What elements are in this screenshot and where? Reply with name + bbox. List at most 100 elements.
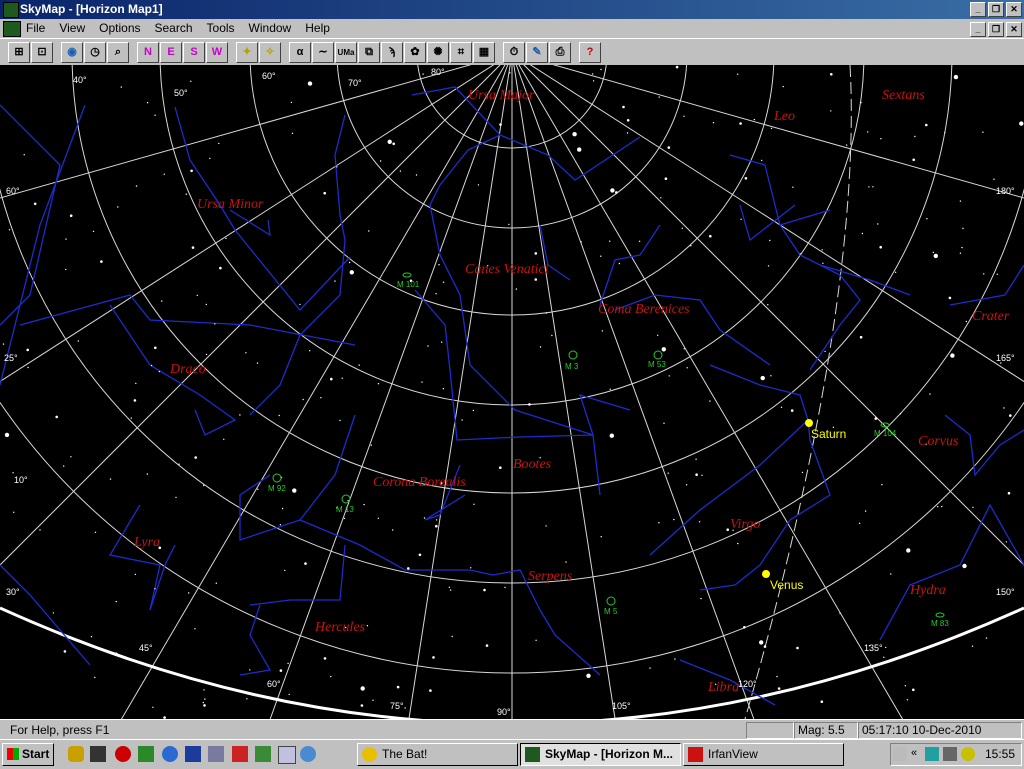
start-button[interactable]: Start — [2, 743, 54, 766]
star — [667, 472, 669, 474]
document-icon[interactable] — [3, 21, 21, 37]
milky-way-icon[interactable]: ϡ — [381, 42, 403, 63]
zoom-window-icon[interactable]: ⊡ — [31, 42, 53, 63]
menu-file[interactable]: File — [26, 21, 45, 35]
star — [1009, 414, 1012, 417]
tray-icon-cs[interactable] — [893, 747, 907, 761]
venus-marker[interactable] — [762, 570, 770, 578]
star — [618, 262, 621, 265]
skymap-app-icon[interactable] — [3, 2, 19, 18]
quicklaunch-icon-4[interactable] — [138, 746, 154, 762]
zoom-fit-icon[interactable]: ⊞ — [8, 42, 30, 63]
altaz-grid-icon[interactable]: ⌗ — [450, 42, 472, 63]
view-north-button[interactable]: N — [137, 42, 159, 63]
quicklaunch-icon-1[interactable] — [68, 746, 84, 762]
constellation-lines-icon[interactable]: ∼ — [312, 42, 334, 63]
maximize-button[interactable]: ❐ — [988, 2, 1004, 17]
view-south-button[interactable]: S — [183, 42, 205, 63]
menu-window[interactable]: Window — [249, 21, 292, 35]
star — [744, 177, 748, 180]
cluster-marker[interactable] — [653, 350, 663, 360]
clock-icon[interactable]: ◷ — [84, 42, 106, 63]
quicklaunch-icon-7[interactable] — [208, 746, 224, 762]
time-icon[interactable]: ⏱ — [503, 42, 525, 63]
star — [39, 529, 41, 531]
constellation-name: Ursa Major — [468, 88, 535, 103]
sky-map[interactable]: M 101 M 3 M 53 M 104 M 92 M 13 M 5 M 83 … — [0, 65, 1024, 719]
tray-icon-network[interactable] — [925, 747, 939, 761]
galaxy-marker[interactable] — [935, 612, 945, 618]
print-icon[interactable]: ⎙ — [549, 42, 571, 63]
star-brighter-icon[interactable]: ✦ — [236, 42, 258, 63]
constellation-name: Corvus — [918, 434, 959, 449]
star — [26, 348, 30, 352]
help-icon[interactable]: ? — [579, 42, 601, 63]
star — [996, 273, 998, 275]
star — [681, 227, 683, 229]
star — [363, 503, 365, 506]
star — [33, 202, 37, 206]
find-icon[interactable]: ⌕ — [107, 42, 129, 63]
constellation-name: Coma Berenices — [598, 302, 690, 317]
deep-sky-icon[interactable]: ✿ — [404, 42, 426, 63]
save-disk-icon[interactable] — [185, 746, 201, 762]
star — [117, 206, 119, 208]
star — [204, 698, 206, 700]
menu-options[interactable]: Options — [99, 21, 140, 35]
task-irfanview[interactable]: IrfanView — [683, 743, 844, 766]
quicklaunch-icon-8[interactable] — [232, 746, 248, 762]
radec-grid-icon[interactable]: ▦ — [473, 42, 495, 63]
minimize-button[interactable]: _ — [970, 2, 986, 17]
task-skymap[interactable]: SkyMap - [Horizon M... — [520, 743, 681, 766]
cluster-marker[interactable] — [341, 494, 351, 504]
galaxy-marker[interactable] — [402, 272, 412, 278]
tray-icon-volume[interactable] — [943, 747, 957, 761]
star-fainter-icon[interactable]: ✧ — [259, 42, 281, 63]
star — [982, 131, 984, 133]
cluster-marker[interactable] — [568, 350, 578, 360]
doc-minimize-button[interactable]: _ — [970, 22, 986, 37]
star — [545, 312, 547, 314]
view-west-button[interactable]: W — [206, 42, 228, 63]
pencil-icon[interactable]: ✎ — [526, 42, 548, 63]
menu-help[interactable]: Help — [305, 21, 330, 35]
close-button[interactable]: ✕ — [1006, 2, 1022, 17]
quicklaunch-icon-2[interactable] — [90, 746, 106, 762]
sky-map-canvas[interactable]: M 101 M 3 M 53 M 104 M 92 M 13 M 5 M 83 … — [0, 65, 1024, 719]
star — [591, 73, 594, 75]
star — [360, 704, 364, 707]
doc-restore-button[interactable]: ❐ — [988, 22, 1004, 37]
opera-icon[interactable] — [115, 746, 131, 762]
doc-close-button[interactable]: ✕ — [1006, 22, 1022, 37]
constellation-names-button[interactable]: UMa — [335, 42, 357, 63]
tray-icon-4[interactable] — [961, 747, 975, 761]
task-the-bat[interactable]: The Bat! — [357, 743, 518, 766]
menu-view[interactable]: View — [59, 21, 85, 35]
star — [509, 72, 511, 74]
grid-label: 70° — [348, 78, 362, 88]
tray-expand-icon[interactable]: « — [911, 747, 917, 759]
menu-tools[interactable]: Tools — [207, 21, 235, 35]
cluster-marker[interactable] — [606, 596, 616, 606]
star — [929, 645, 932, 648]
star — [899, 413, 902, 415]
saturn-marker[interactable] — [805, 419, 813, 427]
altaz-grid — [0, 65, 1024, 719]
star — [1005, 541, 1008, 543]
star — [965, 320, 967, 323]
galaxy-icon[interactable]: ✺ — [427, 42, 449, 63]
star — [776, 675, 778, 678]
globe-icon[interactable]: ◉ — [61, 42, 83, 63]
menu-search[interactable]: Search — [155, 21, 193, 35]
greek-letters-button[interactable]: α — [289, 42, 311, 63]
quicklaunch-icon-9[interactable] — [255, 746, 271, 762]
quicklaunch-icon-10[interactable] — [278, 746, 296, 764]
cluster-marker[interactable] — [272, 473, 282, 483]
quicklaunch-icon-11[interactable] — [300, 746, 316, 762]
star — [435, 519, 438, 521]
view-east-button[interactable]: E — [160, 42, 182, 63]
task-label: The Bat! — [382, 747, 428, 761]
boundaries-icon[interactable]: ⧉ — [358, 42, 380, 63]
internet-explorer-icon[interactable] — [162, 746, 178, 762]
star — [777, 687, 781, 690]
